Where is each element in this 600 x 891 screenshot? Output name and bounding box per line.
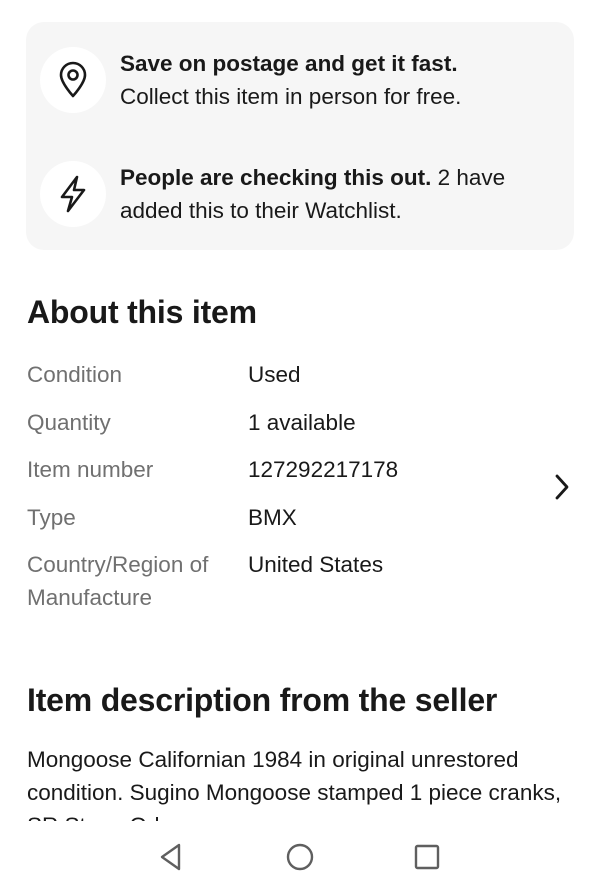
watchlist-text: People are checking this out. 2 have add…	[120, 161, 550, 227]
info-card: Save on postage and get it fast. Collect…	[26, 22, 574, 250]
home-circle-icon[interactable]	[280, 840, 320, 874]
about-item-heading: About this item	[27, 294, 257, 330]
spec-value: 1 available	[248, 409, 356, 435]
spec-label: Type	[27, 504, 76, 530]
watchlist-title: People are checking this out.	[120, 165, 432, 190]
spec-label: Quantity	[27, 409, 111, 435]
collect-in-person-title: Save on postage and get it fast.	[120, 51, 458, 76]
chevron-right-icon[interactable]	[548, 470, 576, 504]
collect-in-person-detail: Collect this item in person for free.	[120, 84, 462, 109]
spec-row-condition: Condition Used	[27, 358, 587, 406]
spec-value: Used	[248, 362, 301, 387]
spec-row-type: Type BMX	[27, 501, 587, 549]
spec-value: United States	[248, 552, 384, 577]
spec-row-quantity: Quantity 1 available	[27, 406, 587, 454]
spec-label: Condition	[27, 362, 123, 387]
spec-row-country: Country/Region of Manufacture United Sta…	[27, 548, 587, 610]
back-triangle-icon[interactable]	[151, 840, 191, 874]
spec-label: Item number	[27, 457, 154, 482]
item-description-text: Mongoose Californian 1984 in original un…	[27, 747, 562, 821]
collect-in-person-text: Save on postage and get it fast. Collect…	[120, 47, 550, 113]
item-specifics[interactable]: Condition Used Quantity 1 available Item…	[27, 358, 587, 610]
spec-value: BMX	[248, 504, 297, 530]
item-description-heading: Item description from the seller	[27, 682, 498, 718]
spec-label: Country/Region of Manufacture	[27, 552, 209, 610]
spec-row-item-number: Item number 127292217178	[27, 453, 587, 501]
location-pin-icon	[40, 47, 106, 113]
system-navigation-bar	[0, 826, 600, 891]
item-description: Mongoose Californian 1984 in original un…	[27, 743, 567, 821]
lightning-icon	[40, 161, 106, 227]
spec-value: 127292217178	[248, 457, 399, 482]
recents-square-icon[interactable]	[407, 840, 447, 874]
